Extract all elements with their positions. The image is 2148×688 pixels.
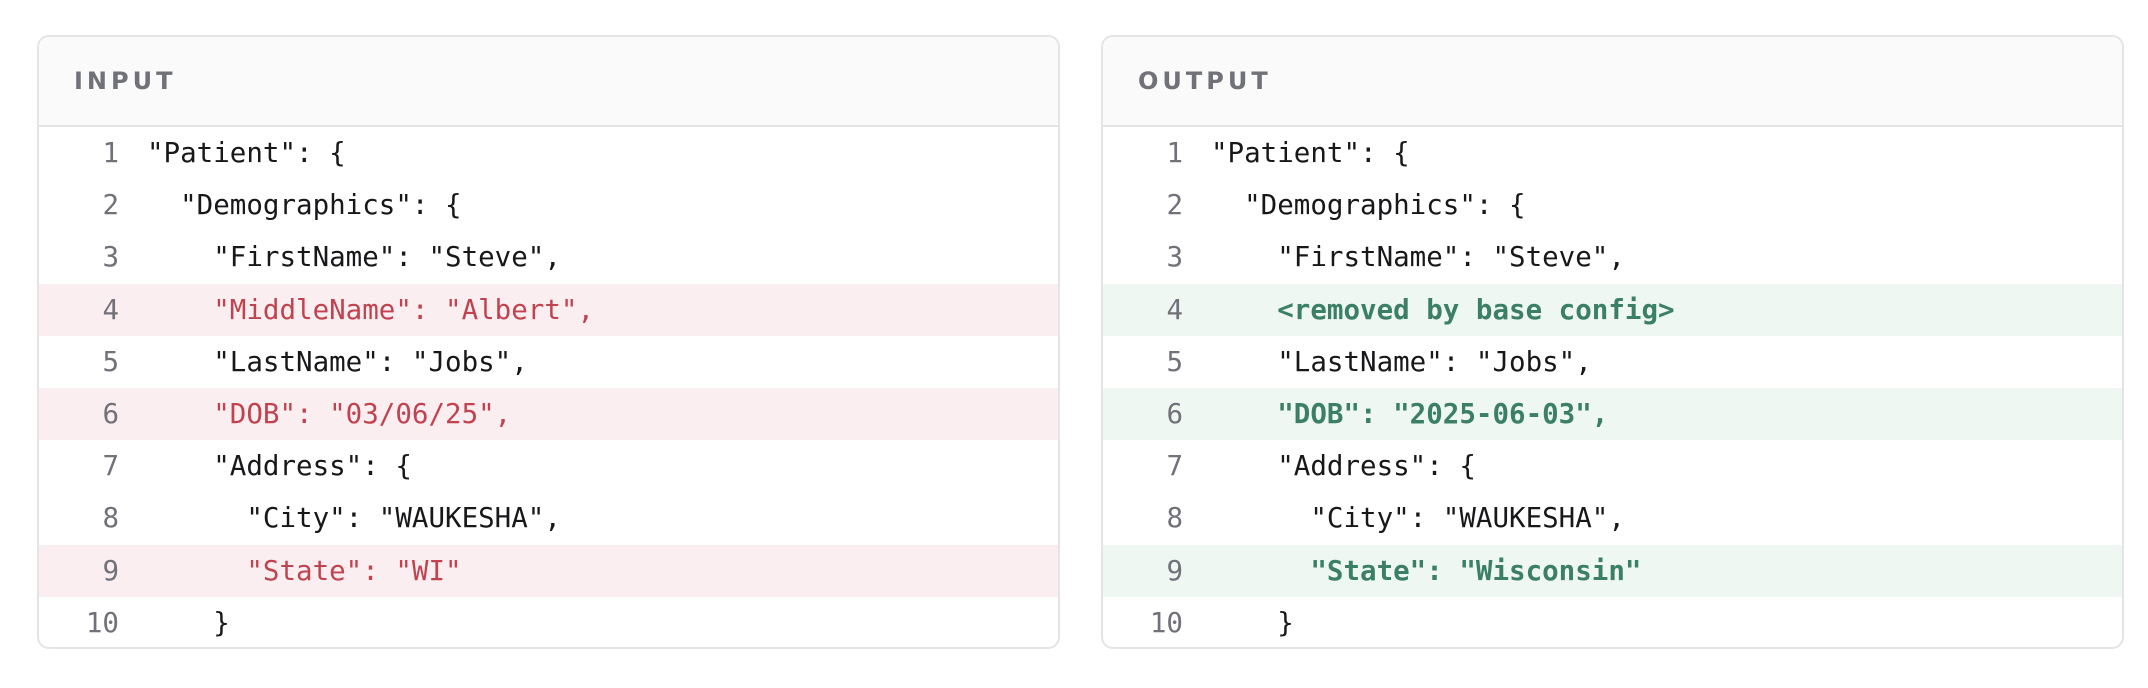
- line-text: "LastName": "Jobs",: [1211, 345, 1592, 378]
- input-code-line: 8 "City": "WAUKESHA",: [39, 492, 1058, 544]
- line-number: 1: [102, 137, 119, 170]
- line-number: 10: [1149, 606, 1183, 639]
- line-text: "FirstName": "Steve",: [1211, 241, 1625, 274]
- output-panel-header: OUTPUT: [1103, 37, 2122, 127]
- line-text: <removed by base config>: [1211, 293, 1675, 326]
- input-code-line: 2 "Demographics": {: [39, 179, 1058, 231]
- input-code-line: 4 "MiddleName": "Albert",: [39, 283, 1058, 336]
- line-text: "State": "Wisconsin": [1211, 554, 1642, 587]
- line-text: "LastName": "Jobs",: [147, 345, 528, 378]
- line-text: "City": "WAUKESHA",: [1211, 502, 1625, 535]
- line-text: "DOB": "2025-06-03",: [1211, 398, 1609, 431]
- line-number: 7: [1166, 450, 1183, 483]
- line-number: 4: [1166, 293, 1183, 326]
- input-code-line: 3 "FirstName": "Steve",: [39, 231, 1058, 283]
- line-number: 7: [102, 450, 119, 483]
- line-number: 10: [85, 606, 119, 639]
- output-code-line: 4 <removed by base config>: [1103, 283, 2122, 336]
- line-number: 8: [102, 502, 119, 535]
- line-number: 6: [102, 398, 119, 431]
- output-code-view: 1 "Patient": {2 "Demographics": {3 "First…: [1103, 127, 2122, 647]
- line-text: "Address": {: [1211, 450, 1476, 483]
- output-code-line: 3 "FirstName": "Steve",: [1103, 231, 2122, 283]
- output-code-line: 5 "LastName": "Jobs",: [1103, 336, 2122, 388]
- line-text: "Demographics": {: [1211, 189, 1526, 222]
- line-number: 3: [1166, 241, 1183, 274]
- line-text: "State": "WI": [147, 554, 462, 587]
- line-text: "DOB": "03/06/25",: [147, 398, 512, 431]
- line-number: 2: [1166, 189, 1183, 222]
- output-panel: OUTPUT 1 "Patient": {2 "Demographics": {3…: [1101, 35, 2124, 649]
- output-code-line: 8 "City": "WAUKESHA",: [1103, 492, 2122, 544]
- line-text: "Demographics": {: [147, 189, 462, 222]
- input-panel-header: INPUT: [39, 37, 1058, 127]
- line-number: 4: [102, 293, 119, 326]
- line-text: }: [147, 606, 230, 639]
- line-text: "City": "WAUKESHA",: [147, 502, 561, 535]
- line-text: }: [1211, 606, 1294, 639]
- line-text: "Patient": {: [1211, 137, 1410, 170]
- line-number: 5: [102, 345, 119, 378]
- line-number: 9: [1166, 554, 1183, 587]
- line-text: "MiddleName": "Albert",: [147, 293, 595, 326]
- line-text: "FirstName": "Steve",: [147, 241, 561, 274]
- input-panel-title: INPUT: [74, 67, 177, 95]
- output-code-line: 10 }: [1103, 597, 2122, 647]
- line-number: 1: [1166, 137, 1183, 170]
- output-code-line: 1 "Patient": {: [1103, 127, 2122, 179]
- input-code-view: 1 "Patient": {2 "Demographics": {3 "First…: [39, 127, 1058, 647]
- line-number: 6: [1166, 398, 1183, 431]
- line-number: 2: [102, 189, 119, 222]
- output-code-line: 2 "Demographics": {: [1103, 179, 2122, 231]
- line-number: 8: [1166, 502, 1183, 535]
- output-code-line: 6 "DOB": "2025-06-03",: [1103, 387, 2122, 441]
- output-code-line: 9 "State": "Wisconsin": [1103, 544, 2122, 597]
- input-panel: INPUT 1 "Patient": {2 "Demographics": {3 …: [37, 35, 1060, 649]
- line-number: 9: [102, 554, 119, 587]
- line-number: 5: [1166, 345, 1183, 378]
- input-code-line: 7 "Address": {: [39, 440, 1058, 492]
- input-code-line: 10 }: [39, 597, 1058, 647]
- line-text: "Patient": {: [147, 137, 346, 170]
- input-code-line: 1 "Patient": {: [39, 127, 1058, 179]
- input-code-line: 6 "DOB": "03/06/25",: [39, 387, 1058, 441]
- input-code-line: 5 "LastName": "Jobs",: [39, 336, 1058, 388]
- input-code-line: 9 "State": "WI": [39, 544, 1058, 597]
- output-panel-title: OUTPUT: [1138, 67, 1272, 95]
- line-text: "Address": {: [147, 450, 412, 483]
- output-code-line: 7 "Address": {: [1103, 440, 2122, 492]
- line-number: 3: [102, 241, 119, 274]
